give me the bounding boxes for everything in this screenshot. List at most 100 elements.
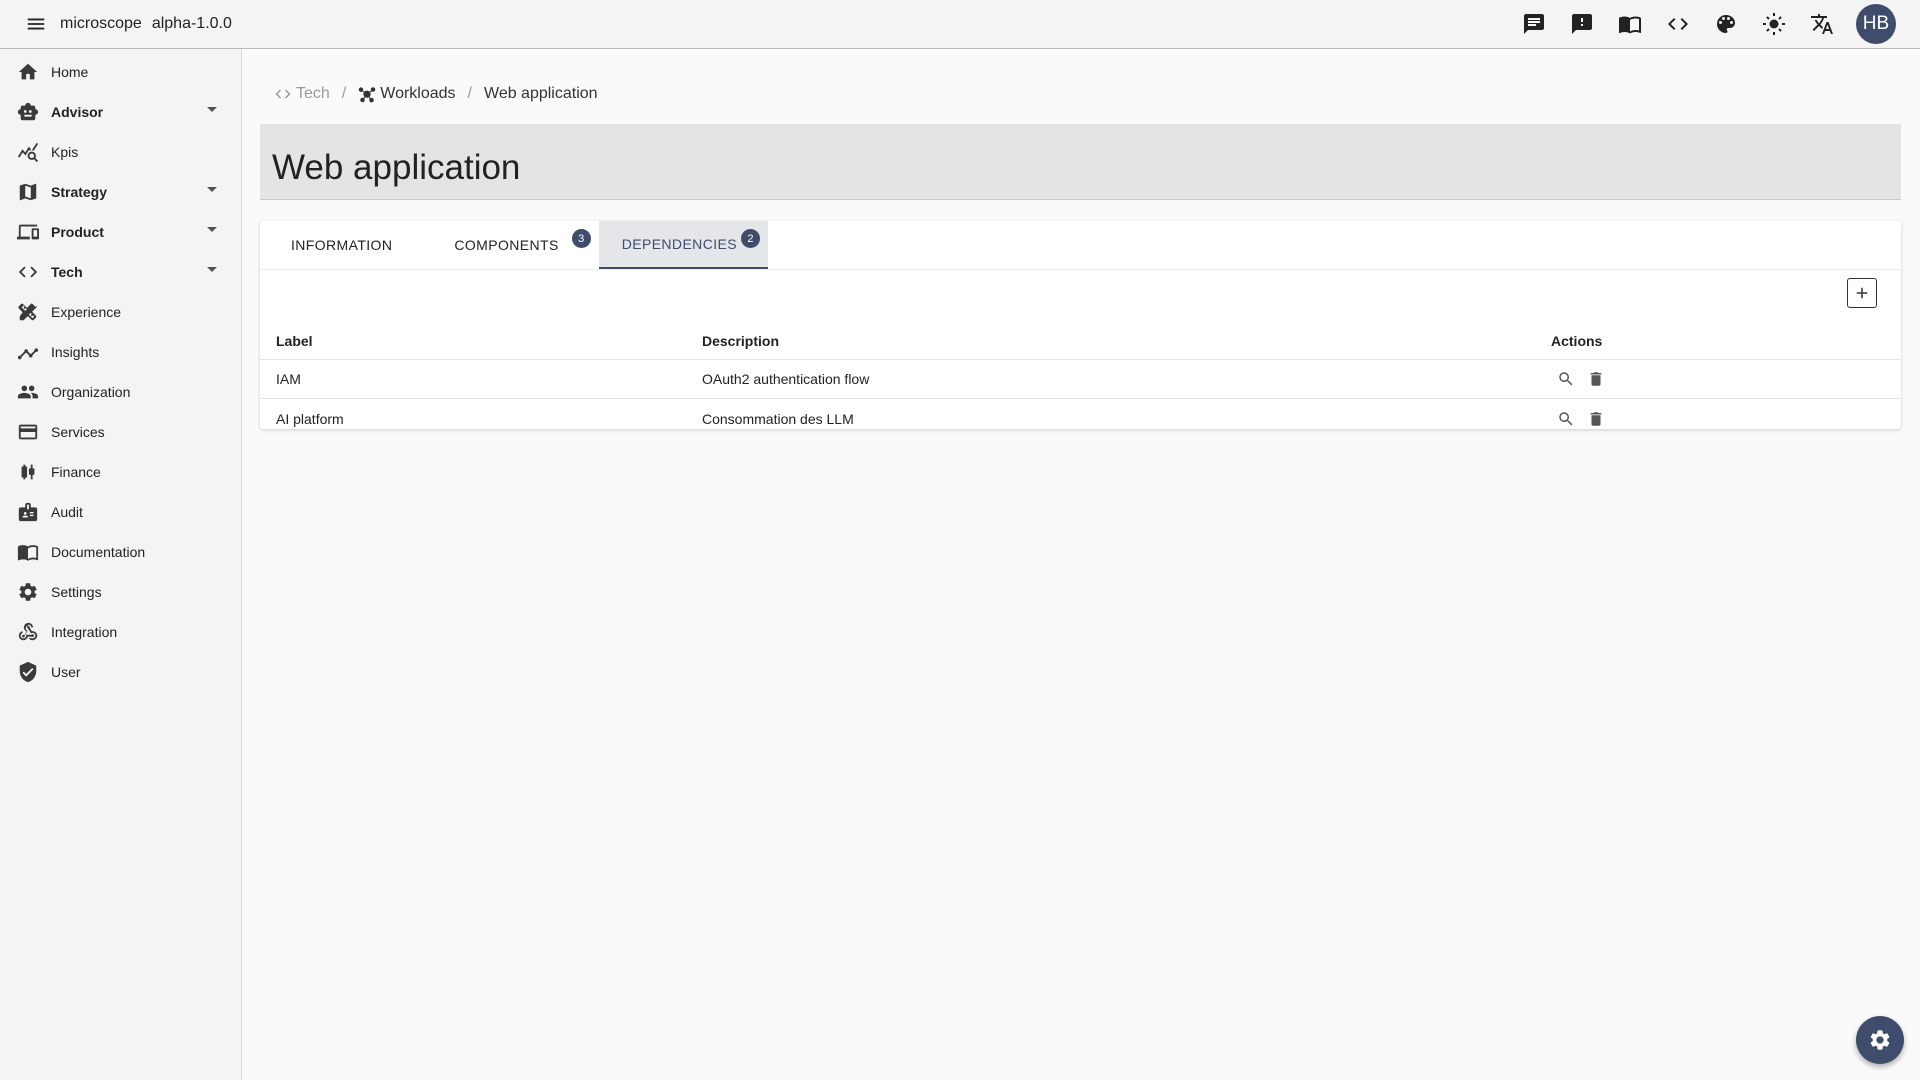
settings-fab[interactable] xyxy=(1856,1016,1904,1064)
code-icon[interactable] xyxy=(1654,0,1702,48)
breadcrumb-tech[interactable]: Tech xyxy=(274,85,330,103)
cell-actions xyxy=(1551,404,1901,434)
breadcrumb-label: Tech xyxy=(296,85,330,102)
insights-icon xyxy=(16,340,40,364)
palette-icon[interactable] xyxy=(1702,0,1750,48)
code-icon xyxy=(16,260,40,284)
sidebar-item-experience[interactable]: Experience xyxy=(0,292,241,332)
query-stats-icon xyxy=(16,140,40,164)
sidebar-item-documentation[interactable]: Documentation xyxy=(0,532,241,572)
code-icon xyxy=(275,89,291,99)
cell-description: OAuth2 authentication flow xyxy=(702,371,870,387)
app-version: alpha-1.0.0 xyxy=(151,15,232,32)
sidebar-item-advisor[interactable]: Advisor xyxy=(0,92,241,132)
page-title: Web application xyxy=(272,148,521,187)
sidebar-item-audit[interactable]: Audit xyxy=(0,492,241,532)
count-badge: 2 xyxy=(740,229,760,248)
add-dependency-button[interactable] xyxy=(1847,278,1877,308)
tab-components[interactable]: COMPONENTS 3 xyxy=(423,221,598,269)
sidebar-item-label: Audit xyxy=(51,504,83,520)
sidebar-item-tech[interactable]: Tech xyxy=(0,252,241,292)
sidebar-item-label: Organization xyxy=(51,384,131,400)
column-header-description[interactable]: Description xyxy=(702,333,1551,349)
chat-icon[interactable] xyxy=(1510,0,1558,48)
tab-information[interactable]: INFORMATION xyxy=(260,221,423,269)
tab-label: INFORMATION xyxy=(291,237,393,253)
sidebar-item-label: Integration xyxy=(51,624,118,640)
book-icon[interactable] xyxy=(1606,0,1654,48)
brightness-icon[interactable] xyxy=(1750,0,1798,48)
details-card: INFORMATION COMPONENTS 3 DEPENDENCIES 2 … xyxy=(260,221,1901,429)
user-avatar[interactable]: HB xyxy=(1856,4,1896,44)
breadcrumb-separator: / xyxy=(467,85,472,102)
sidebar-item-integration[interactable]: Integration xyxy=(0,612,241,652)
caret-down-icon xyxy=(207,187,217,192)
gear-icon xyxy=(16,580,40,604)
sidebar-item-label: Home xyxy=(51,64,89,80)
sidebar-item-label: Strategy xyxy=(51,184,108,200)
main-content: Tech / Workloads / Web application Web a… xyxy=(242,49,1920,1080)
badge-icon xyxy=(16,500,40,524)
tab-label: COMPONENTS xyxy=(454,237,559,253)
column-header-label[interactable]: Label xyxy=(260,333,702,349)
shield-icon xyxy=(16,660,40,684)
table-header-row: Label Description Actions xyxy=(260,322,1901,360)
sidebar-item-label: Insights xyxy=(51,344,100,360)
cell-description: Consommation des LLM xyxy=(702,410,854,427)
sidebar-item-label: Documentation xyxy=(51,544,146,560)
people-icon xyxy=(16,380,40,404)
sidebar-item-label: Settings xyxy=(51,584,102,600)
breadcrumb-current: Web application xyxy=(484,85,598,102)
sidebar: Home Advisor Kpis Strategy Product Tech … xyxy=(0,49,242,1080)
robot-icon xyxy=(16,100,40,124)
book-icon xyxy=(16,540,40,564)
plus-icon xyxy=(1856,287,1868,299)
sidebar-item-finance[interactable]: Finance xyxy=(0,452,241,492)
sidebar-item-kpis[interactable]: Kpis xyxy=(0,132,241,172)
home-icon xyxy=(16,60,40,84)
page-header: Web application xyxy=(260,124,1901,200)
menu-icon[interactable] xyxy=(24,12,48,36)
tab-divider xyxy=(260,269,1901,270)
view-icon[interactable] xyxy=(1551,364,1581,394)
tab-bar: INFORMATION COMPONENTS 3 DEPENDENCIES 2 xyxy=(260,221,768,269)
sidebar-item-strategy[interactable]: Strategy xyxy=(0,172,241,212)
caret-down-icon xyxy=(207,267,217,272)
cell-label: AI platform xyxy=(276,410,344,427)
cell-actions xyxy=(1551,364,1901,394)
view-icon[interactable] xyxy=(1551,404,1581,434)
breadcrumb-separator: / xyxy=(341,85,347,102)
caret-down-icon xyxy=(207,107,217,112)
gear-icon xyxy=(1870,1030,1890,1050)
hub-icon xyxy=(359,87,376,103)
table-row[interactable]: IAM OAuth2 authentication flow xyxy=(260,360,1901,399)
webhook-icon xyxy=(16,620,40,644)
sidebar-item-product[interactable]: Product xyxy=(0,212,241,252)
sidebar-item-settings[interactable]: Settings xyxy=(0,572,241,612)
sidebar-item-label: Services xyxy=(51,424,105,440)
sidebar-item-user[interactable]: User xyxy=(0,652,241,692)
tab-dependencies[interactable]: DEPENDENCIES 2 xyxy=(598,221,768,269)
sidebar-item-label: Experience xyxy=(51,304,122,320)
sidebar-item-home[interactable]: Home xyxy=(0,52,241,92)
card-icon xyxy=(16,420,40,444)
sidebar-item-services[interactable]: Services xyxy=(0,412,241,452)
candlestick-icon xyxy=(16,460,40,484)
breadcrumb-workloads[interactable]: Workloads xyxy=(358,85,456,103)
feedback-icon[interactable] xyxy=(1558,0,1606,48)
sidebar-item-insights[interactable]: Insights xyxy=(0,332,241,372)
delete-icon[interactable] xyxy=(1581,364,1611,394)
sidebar-item-organization[interactable]: Organization xyxy=(0,372,241,412)
top-actions: HB xyxy=(1510,0,1920,48)
column-header-actions: Actions xyxy=(1551,332,1603,349)
sidebar-item-label: Advisor xyxy=(51,104,104,120)
delete-icon[interactable] xyxy=(1581,404,1611,434)
app-name: microscope xyxy=(60,15,142,32)
devices-icon xyxy=(16,220,40,244)
table-row[interactable]: AI platform Consommation des LLM xyxy=(260,399,1901,438)
sidebar-item-label: User xyxy=(51,664,81,680)
sidebar-item-label: Kpis xyxy=(51,144,79,160)
tab-label: DEPENDENCIES xyxy=(621,236,737,252)
design-icon xyxy=(16,300,40,324)
translate-icon[interactable] xyxy=(1798,0,1846,48)
